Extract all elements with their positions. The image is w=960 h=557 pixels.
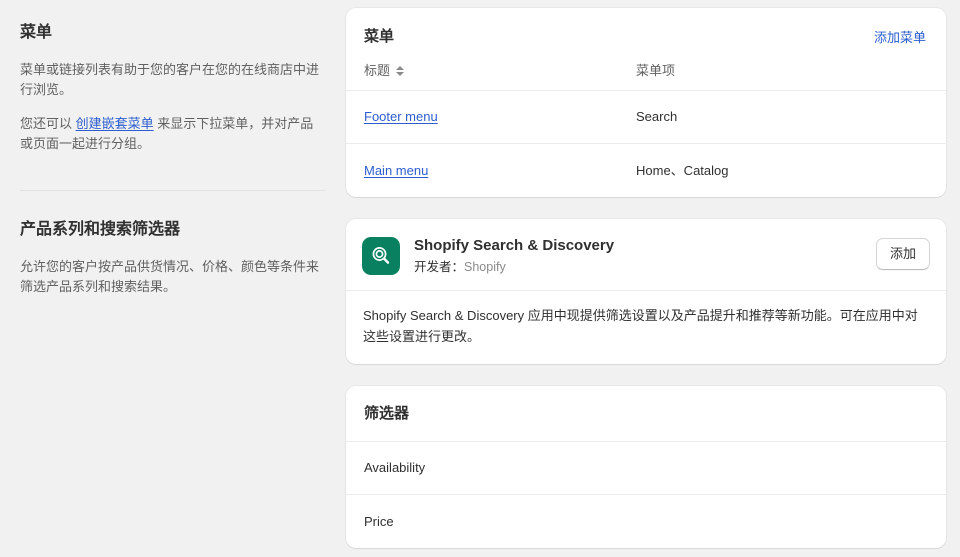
menus-card-header: 菜单 添加菜单	[346, 8, 946, 50]
filters-section-title: 产品系列和搜索筛选器	[20, 221, 181, 238]
menus-card-title: 菜单	[364, 28, 395, 45]
app-developer-line: 开发者：Shopify	[414, 258, 876, 276]
filters-section-paragraph-1: 允许您的客户按产品供货情况、价格、颜色等条件来筛选产品系列和搜索结果。	[20, 259, 320, 294]
column-header-menu-items-label: 菜单项	[636, 63, 676, 78]
sort-arrow-up	[395, 66, 404, 70]
menu-link-footer-menu[interactable]: Footer menu	[364, 107, 438, 127]
nested-menu-text-before: 您还可以	[20, 116, 76, 131]
menu-link-main-menu[interactable]: Main menu	[364, 161, 428, 181]
menus-card: 菜单 添加菜单 标题 菜单项 Footer menu Search Main m…	[346, 8, 946, 197]
add-menu-link[interactable]: 添加菜单	[872, 26, 928, 50]
column-header-title[interactable]: 标题	[364, 62, 636, 80]
app-card-header: Shopify Search & Discovery 开发者：Shopify 添…	[346, 219, 946, 291]
column-header-title-label: 标题	[364, 63, 391, 78]
sort-arrows-icon[interactable]	[395, 64, 404, 78]
add-app-button[interactable]: 添加	[875, 238, 930, 270]
menus-section-paragraph-1: 菜单或链接列表有助于您的客户在您的在线商店中进行浏览。	[20, 62, 320, 97]
menu-row-title-cell: Footer menu	[364, 107, 636, 127]
menus-section-paragraph-2: 您还可以 创建嵌套菜单 来显示下拉菜单，并对产品或页面一起进行分组。	[20, 114, 320, 154]
menus-table-header: 标题 菜单项	[346, 50, 946, 91]
menu-row-items-cell: Home、Catalog	[636, 162, 729, 178]
create-nested-menu-link[interactable]: 创建嵌套菜单	[76, 116, 154, 131]
filters-card: 筛选器 Availability Price	[346, 386, 946, 548]
left-column-spacer	[0, 154, 346, 190]
app-recommendation-card: Shopify Search & Discovery 开发者：Shopify 添…	[346, 219, 946, 364]
table-row[interactable]: Footer menu Search	[346, 91, 946, 144]
list-item[interactable]: Price	[346, 495, 946, 548]
filters-card-title: 筛选器	[364, 405, 410, 422]
menus-description-section: 菜单 菜单或链接列表有助于您的客户在您的在线商店中进行浏览。 您还可以 创建嵌套…	[0, 0, 346, 154]
filters-card-header: 筛选器	[346, 386, 946, 442]
app-meta: Shopify Search & Discovery 开发者：Shopify	[400, 235, 876, 276]
search-magnifier-icon	[362, 237, 400, 275]
menus-section-title: 菜单	[20, 24, 53, 41]
menu-row-title-cell: Main menu	[364, 161, 636, 181]
app-developer-label: 开发者：	[414, 260, 465, 274]
menu-row-items-cell: Search	[636, 109, 678, 124]
right-cards-column: 菜单 添加菜单 标题 菜单项 Footer menu Search Main m…	[346, 0, 960, 557]
app-developer-value: Shopify	[464, 260, 506, 274]
app-description: Shopify Search & Discovery 应用中现提供筛选设置以及产…	[363, 308, 918, 344]
settings-menus-page: 菜单 菜单或链接列表有助于您的客户在您的在线商店中进行浏览。 您还可以 创建嵌套…	[0, 0, 960, 557]
sort-arrow-down	[395, 72, 404, 76]
list-item[interactable]: Availability	[346, 442, 946, 495]
table-row[interactable]: Main menu Home、Catalog	[346, 144, 946, 197]
left-descriptions-column: 菜单 菜单或链接列表有助于您的客户在您的在线商店中进行浏览。 您还可以 创建嵌套…	[0, 0, 346, 557]
column-header-menu-items: 菜单项	[636, 62, 928, 80]
app-name: Shopify Search & Discovery	[414, 237, 615, 254]
filters-description-section: 产品系列和搜索筛选器 允许您的客户按产品供货情况、价格、颜色等条件来筛选产品系列…	[0, 191, 346, 297]
